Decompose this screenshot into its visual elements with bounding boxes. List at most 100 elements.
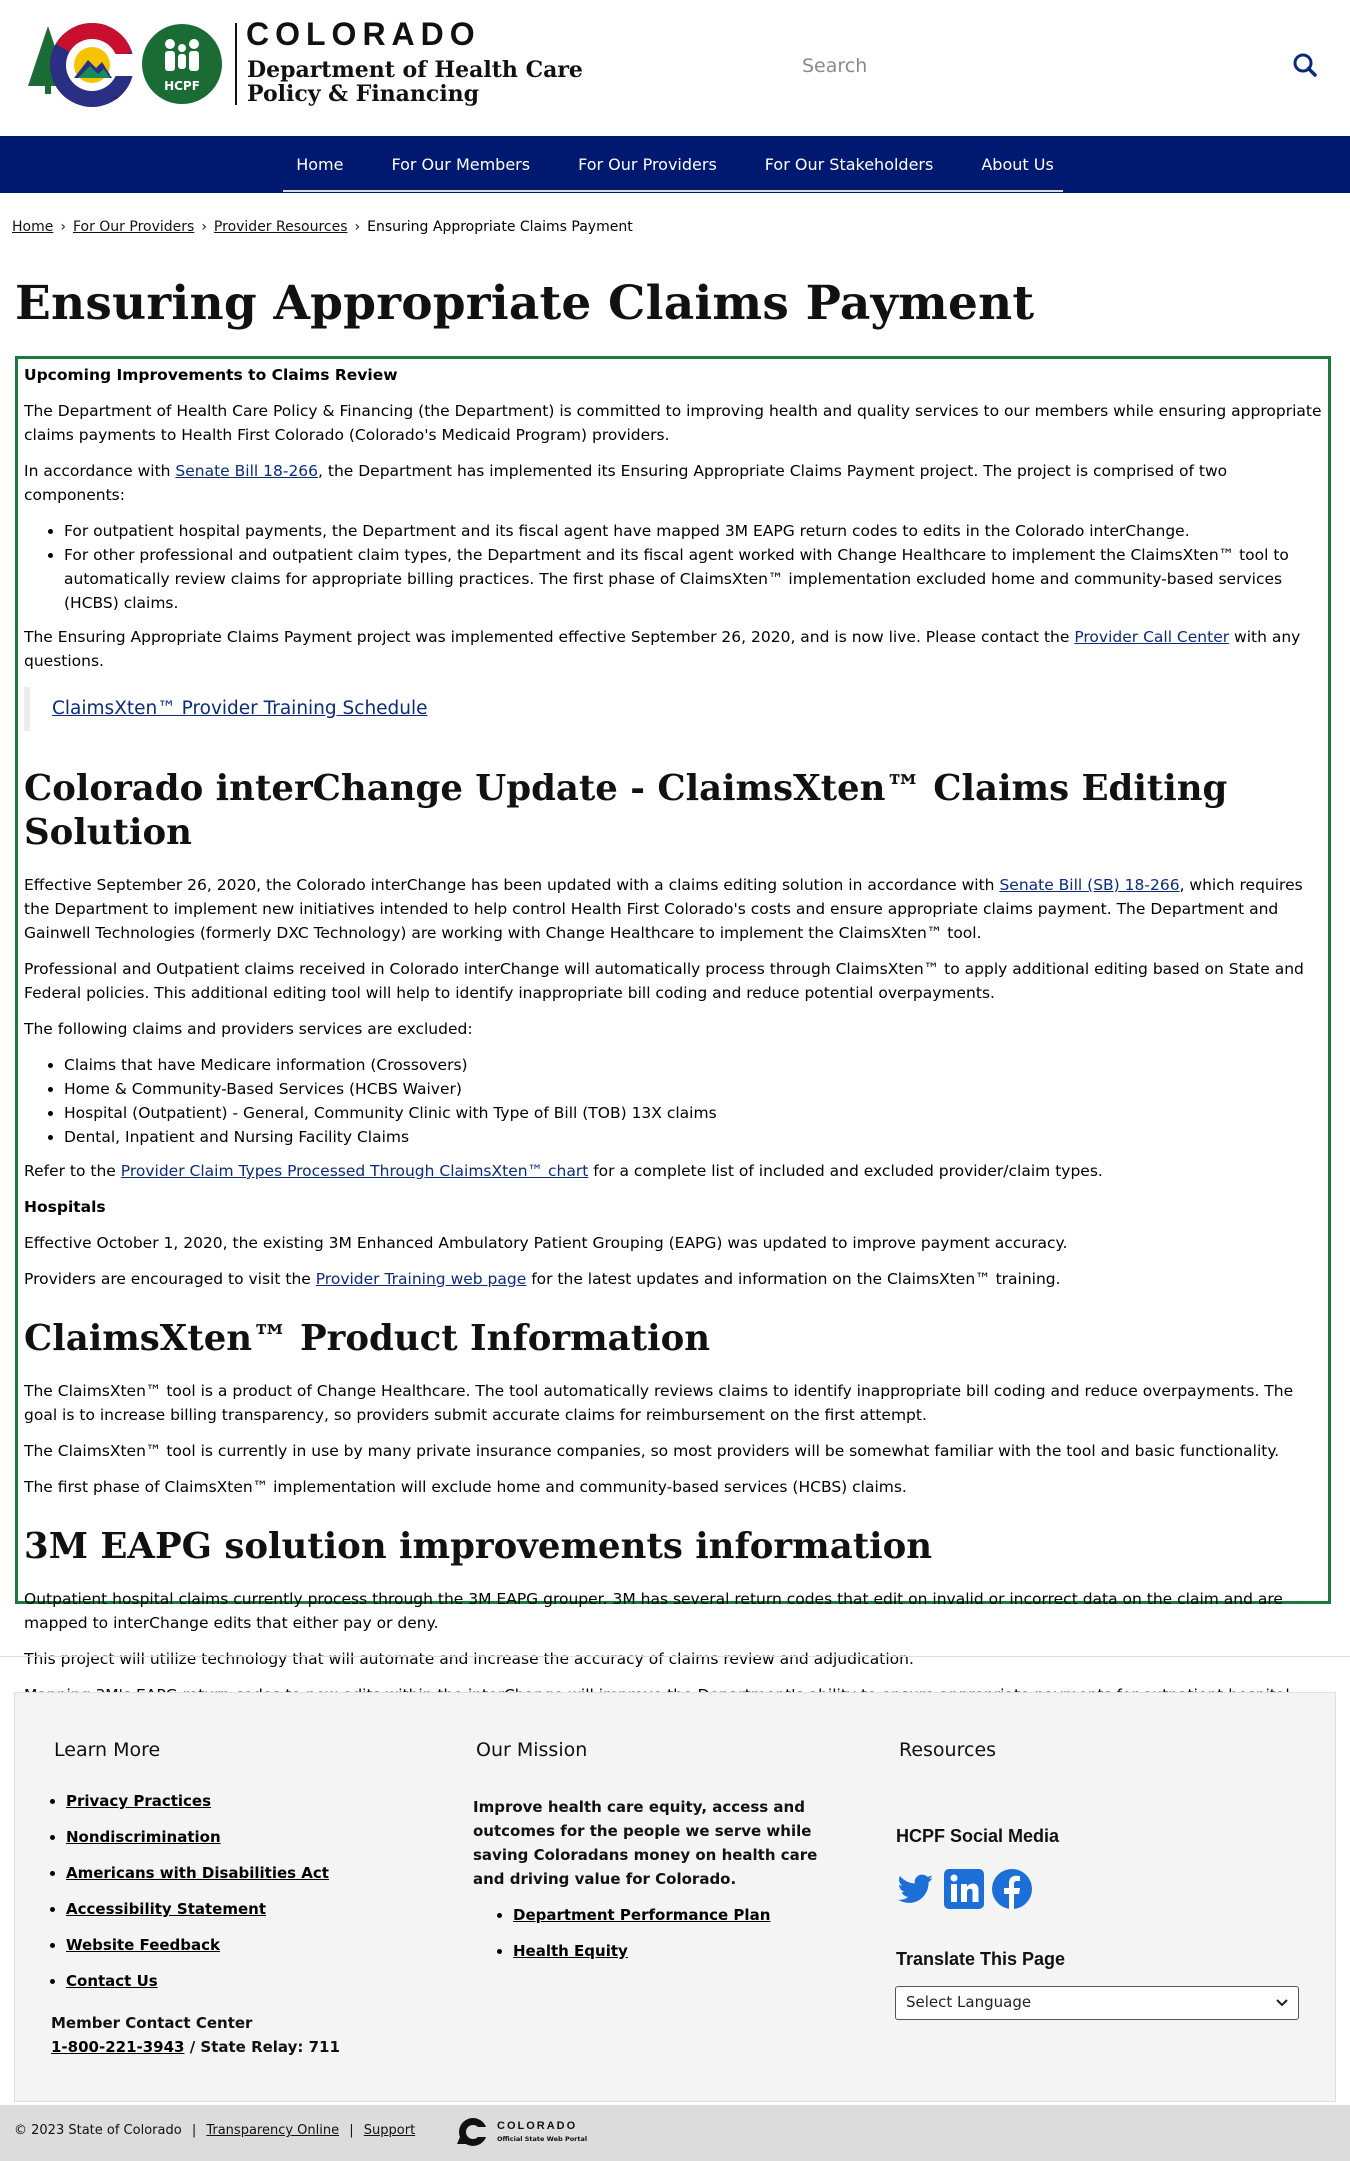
hcpf-logo[interactable]: HCPF	[141, 23, 223, 105]
list-item: Hospital (Outpatient) - General, Communi…	[64, 1101, 1322, 1125]
breadcrumb-providers[interactable]: For Our Providers	[73, 219, 194, 235]
list-item: Privacy Practices	[66, 1783, 329, 1819]
member-contact-center: Member Contact Center 1-800-221-3943 / S…	[51, 2011, 340, 2059]
member-contact-phone[interactable]: 1-800-221-3943	[51, 2038, 184, 2056]
section-heading-product-info: ClaimsXten™ Product Information	[24, 1318, 711, 1359]
hcpf-badge-text: HCPF	[164, 79, 200, 93]
ada-link[interactable]: Americans with Disabilities Act	[66, 1864, 329, 1882]
components-list: For outpatient hospital payments, the De…	[24, 519, 1322, 615]
senate-bill-link[interactable]: Senate Bill 18-266	[175, 462, 318, 480]
support-link[interactable]: Support	[364, 2123, 415, 2138]
footer-resources-title: Resources	[899, 1739, 997, 1761]
excluded-list: Claims that have Medicare information (C…	[24, 1053, 1322, 1149]
training-schedule-callout: ClaimsXten™ Provider Training Schedule	[24, 687, 1322, 731]
section2-paragraph-3: The first phase of ClaimsXten™ implement…	[24, 1478, 907, 1496]
logo-divider	[235, 23, 237, 105]
translate-heading: Translate This Page	[896, 1949, 1066, 1969]
list-item: Accessibility Statement	[66, 1891, 329, 1927]
breadcrumb-provider-resources[interactable]: Provider Resources	[214, 219, 348, 235]
chevron-down-icon	[1276, 1999, 1288, 2007]
section1-paragraph-4: Refer to the Provider Claim Types Proces…	[24, 1159, 1322, 1183]
state-relay-text: / State Relay: 711	[184, 2038, 340, 2056]
breadcrumb-separator: ›	[201, 219, 207, 235]
website-feedback-link[interactable]: Website Feedback	[66, 1936, 220, 1954]
facebook-icon[interactable]	[991, 1868, 1033, 1910]
nav-item-members[interactable]: For Our Members	[367, 136, 554, 193]
transparency-online-link[interactable]: Transparency Online	[206, 2123, 339, 2138]
text: The Ensuring Appropriate Claims Payment …	[24, 628, 1075, 646]
accessibility-statement-link[interactable]: Accessibility Statement	[66, 1900, 266, 1918]
list-item: Americans with Disabilities Act	[66, 1855, 329, 1891]
language-select[interactable]: Select Language	[895, 1986, 1299, 2020]
section3-paragraph-1: Outpatient hospital claims currently pro…	[24, 1590, 1283, 1632]
claim-types-chart-link[interactable]: Provider Claim Types Processed Through C…	[121, 1162, 589, 1180]
footer-mission-title: Our Mission	[476, 1739, 588, 1761]
logo-dept-line1: Department of Health Care	[247, 57, 583, 83]
hospitals-label: Hospitals	[24, 1198, 106, 1216]
nav-item-home[interactable]: Home	[272, 136, 367, 193]
logo-colorado-word: COLORADO	[246, 16, 481, 52]
bottom-separator: |	[191, 2123, 197, 2138]
copyright-text: © 2023 State of Colorado	[14, 2123, 182, 2138]
section2-paragraph-1: The ClaimsXten™ tool is a product of Cha…	[24, 1382, 1294, 1424]
main-nav: Home For Our Members For Our Providers F…	[0, 136, 1350, 193]
bottom-bar-text: © 2023 State of Colorado | Transparency …	[14, 2123, 415, 2138]
colorado-portal-c-icon	[457, 2118, 489, 2146]
linkedin-icon[interactable]	[943, 1868, 985, 1910]
main-content: Upcoming Improvements to Claims Review T…	[15, 356, 1331, 1728]
provider-call-center-link[interactable]: Provider Call Center	[1074, 628, 1229, 646]
intro-paragraph-2: In accordance with Senate Bill 18-266, t…	[24, 459, 1322, 507]
section-heading-interchange: Colorado interChange Update - ClaimsXten…	[24, 768, 1228, 853]
contact-us-link[interactable]: Contact Us	[66, 1972, 158, 1990]
section1-paragraph-2: Professional and Outpatient claims recei…	[24, 960, 1304, 1002]
member-contact-phone-line: 1-800-221-3943 / State Relay: 711	[51, 2035, 340, 2059]
footer-divider	[0, 1656, 1350, 1657]
privacy-practices-link[interactable]: Privacy Practices	[66, 1792, 211, 1810]
text: Refer to the	[24, 1162, 121, 1180]
nondiscrimination-link[interactable]: Nondiscrimination	[66, 1828, 221, 1846]
provider-training-link[interactable]: Provider Training web page	[316, 1270, 527, 1288]
senate-bill-sb-link[interactable]: Senate Bill (SB) 18-266	[999, 876, 1179, 894]
list-item: Home & Community-Based Services (HCBS Wa…	[64, 1077, 1322, 1101]
section-heading-eapg: 3M EAPG solution improvements informatio…	[24, 1526, 933, 1567]
list-item: For outpatient hospital payments, the De…	[64, 519, 1322, 543]
social-media-heading: HCPF Social Media	[896, 1826, 1060, 1846]
list-item: Department Performance Plan	[513, 1897, 770, 1933]
health-equity-link[interactable]: Health Equity	[513, 1942, 628, 1960]
nav-underline	[283, 190, 1063, 192]
list-item: Dental, Inpatient and Nursing Facility C…	[64, 1125, 1322, 1149]
list-item: Website Feedback	[66, 1927, 329, 1963]
member-contact-label: Member Contact Center	[51, 2014, 253, 2032]
language-select-value: Select Language	[906, 1993, 1032, 2011]
intro-paragraph-3: The Ensuring Appropriate Claims Payment …	[24, 625, 1322, 673]
colorado-c-logo[interactable]: ™	[48, 22, 136, 108]
text: Providers are encouraged to visit the	[24, 1270, 316, 1288]
section3-paragraph-2: This project will utilize technology tha…	[24, 1650, 914, 1668]
list-item: For other professional and outpatient cl…	[64, 543, 1322, 615]
page-title: Ensuring Appropriate Claims Payment	[15, 276, 1035, 331]
nav-item-about[interactable]: About Us	[957, 136, 1077, 193]
text: In accordance with	[24, 462, 176, 480]
nav-item-stakeholders[interactable]: For Our Stakeholders	[741, 136, 958, 193]
section2-paragraph-2: The ClaimsXten™ tool is currently in use…	[24, 1442, 1280, 1460]
intro-heading: Upcoming Improvements to Claims Review	[24, 366, 398, 384]
section1-paragraph-3: The following claims and providers servi…	[24, 1020, 473, 1038]
training-schedule-link[interactable]: ClaimsXten™ Provider Training Schedule	[52, 698, 428, 719]
section1-paragraph-1: Effective September 26, 2020, the Colora…	[24, 873, 1322, 945]
list-item: Claims that have Medicare information (C…	[64, 1053, 1322, 1077]
site-footer: Learn More Privacy Practices Nondiscrimi…	[14, 1692, 1336, 2102]
performance-plan-link[interactable]: Department Performance Plan	[513, 1906, 770, 1924]
section1-paragraph-5: Effective October 1, 2020, the existing …	[24, 1234, 1068, 1252]
social-icons	[895, 1868, 1033, 1910]
logo-department-name: Department of Health Care Policy & Finan…	[247, 58, 583, 106]
twitter-icon[interactable]	[895, 1868, 937, 1910]
learn-more-links: Privacy Practices Nondiscrimination Amer…	[26, 1783, 329, 1999]
breadcrumb-separator: ›	[60, 219, 66, 235]
breadcrumb-home[interactable]: Home	[12, 219, 53, 235]
nav-item-providers[interactable]: For Our Providers	[554, 136, 741, 193]
text: Effective September 26, 2020, the Colora…	[24, 876, 1000, 894]
search-input[interactable]	[800, 50, 1264, 82]
mission-statement: Improve health care equity, access and o…	[473, 1798, 818, 1888]
mission-links: Department Performance Plan Health Equit…	[473, 1897, 770, 1969]
search-icon[interactable]	[1292, 52, 1318, 78]
